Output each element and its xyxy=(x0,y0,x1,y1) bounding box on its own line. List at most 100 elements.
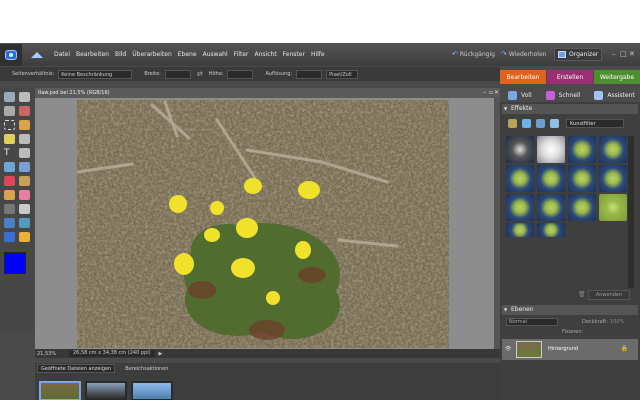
effect-thumbnail[interactable] xyxy=(537,136,565,163)
bin-actions-menu[interactable]: Bereichsaktionen xyxy=(125,366,168,372)
eraser-tool-icon[interactable] xyxy=(19,190,30,200)
selection-brush-tool-icon[interactable] xyxy=(19,134,30,144)
redo-button[interactable]: Wiederholen xyxy=(509,51,547,58)
blur-tool-icon[interactable] xyxy=(4,232,15,242)
effects-scrollbar[interactable] xyxy=(628,136,634,288)
magic-wand-tool-icon[interactable] xyxy=(4,134,15,144)
tool-options-bar: Seitenverhältnis: Keine Beschränkung Bre… xyxy=(0,67,500,81)
foreground-color-swatch[interactable] xyxy=(4,252,26,274)
layer-name[interactable]: Hintergrund xyxy=(548,346,578,352)
opacity-label: Deckkraft: xyxy=(582,319,608,325)
bin-thumbnail[interactable] xyxy=(85,381,127,400)
lasso-tool-icon[interactable] xyxy=(19,120,30,130)
resolution-input[interactable] xyxy=(296,69,323,79)
straighten-tool-icon[interactable] xyxy=(19,162,30,172)
effect-thumbnail[interactable] xyxy=(537,194,565,221)
marquee-tool-icon[interactable] xyxy=(4,120,15,130)
gradient-tool-icon[interactable] xyxy=(19,218,30,228)
layer-visibility-icon[interactable]: 👁 xyxy=(505,346,511,352)
maximize-icon[interactable]: □ xyxy=(620,50,627,58)
layers-panel-header[interactable]: Ebenen xyxy=(502,305,638,315)
sponge-tool-icon[interactable] xyxy=(19,232,30,242)
red-eye-tool-icon[interactable] xyxy=(4,176,15,186)
aspect-ratio-select[interactable]: Keine Beschränkung xyxy=(58,69,133,79)
effect-thumbnail[interactable] xyxy=(599,194,627,221)
swap-icon[interactable]: ⇄ xyxy=(197,70,203,78)
home-icon[interactable] xyxy=(28,46,46,64)
tab-assistent[interactable]: Assistent xyxy=(594,90,635,100)
menu-fenster[interactable]: Fenster xyxy=(283,51,305,58)
paint-bucket-tool-icon[interactable] xyxy=(4,218,15,228)
effect-thumbnail[interactable] xyxy=(506,223,534,237)
minimize-icon[interactable]: – xyxy=(612,50,616,58)
menu-auswahl[interactable]: Auswahl xyxy=(203,51,228,58)
tab-voll[interactable]: Voll xyxy=(508,90,532,100)
document-title[interactable]: Raw.psd bei 21,5% (RGB/16) xyxy=(35,88,500,98)
menu-hilfe[interactable]: Hilfe xyxy=(311,51,325,58)
clone-stamp-tool-icon[interactable] xyxy=(4,190,15,200)
effect-thumbnail[interactable] xyxy=(568,165,596,192)
menu-bild[interactable]: Bild xyxy=(115,51,126,58)
menu-ansicht[interactable]: Ansicht xyxy=(255,51,277,58)
tab-erstellen[interactable]: Erstellen xyxy=(547,70,593,84)
eyedropper-tool-icon[interactable] xyxy=(19,106,30,116)
all-effects-icon[interactable] xyxy=(550,119,559,128)
doc-close-icon[interactable]: ✕ xyxy=(494,89,499,96)
effect-thumbnail[interactable] xyxy=(506,165,534,192)
menu-ueberarbeiten[interactable]: Überarbeiten xyxy=(132,51,172,58)
filters-icon[interactable] xyxy=(508,119,517,128)
effect-thumbnail[interactable] xyxy=(599,165,627,192)
type-tool-icon[interactable]: T xyxy=(4,148,15,158)
effect-thumbnail[interactable] xyxy=(599,136,627,163)
resolution-unit-select[interactable]: Pixel/Zoll xyxy=(326,69,359,79)
menu-bearbeiten[interactable]: Bearbeiten xyxy=(76,51,109,58)
menu-ebene[interactable]: Ebene xyxy=(178,51,197,58)
menu-datei[interactable]: Datei xyxy=(54,51,70,58)
crop-tool-icon[interactable] xyxy=(19,148,30,158)
menu-filter[interactable]: Filter xyxy=(234,51,249,58)
zoom-level[interactable]: 21,53% xyxy=(35,351,61,357)
width-input[interactable] xyxy=(164,69,191,79)
layer-row[interactable]: 👁 Hintergrund 🔒 xyxy=(502,339,638,360)
effect-thumbnail[interactable] xyxy=(568,194,596,221)
cookie-cutter-tool-icon[interactable] xyxy=(4,162,15,172)
redo-icon: ↷ xyxy=(500,50,507,58)
app-logo-icon[interactable] xyxy=(0,43,22,66)
effect-thumbnail[interactable] xyxy=(568,136,596,163)
healing-brush-tool-icon[interactable] xyxy=(19,176,30,186)
delete-effect-icon[interactable]: 🗑 xyxy=(578,291,586,298)
effect-thumbnail[interactable] xyxy=(506,194,534,221)
effect-thumbnail[interactable] xyxy=(537,165,565,192)
effects-panel-header[interactable]: Effekte xyxy=(502,104,638,114)
layer-thumbnail xyxy=(516,341,542,358)
project-bin-toolbar: Geöffnete Dateien anzeigen Bereichsaktio… xyxy=(35,363,500,374)
smart-brush-tool-icon[interactable] xyxy=(19,204,30,214)
photo-effects-icon[interactable] xyxy=(536,119,545,128)
effect-thumbnail[interactable] xyxy=(506,136,534,163)
hand-tool-icon[interactable] xyxy=(4,106,15,116)
tab-schnell[interactable]: Schnell xyxy=(545,90,580,100)
doc-restore-icon[interactable]: ▫ xyxy=(489,89,493,96)
opacity-value[interactable]: 100% xyxy=(610,319,624,325)
photo-canvas[interactable] xyxy=(77,100,449,348)
undo-button[interactable]: Rückgängig xyxy=(460,51,495,58)
blend-mode-select[interactable]: Normal xyxy=(506,318,558,326)
apply-button[interactable]: Anwenden xyxy=(588,290,630,300)
bin-thumbnail[interactable] xyxy=(39,381,81,400)
layer-styles-icon[interactable] xyxy=(522,119,531,128)
doc-minimize-icon[interactable]: – xyxy=(483,89,486,96)
zoom-tool-icon[interactable] xyxy=(19,92,30,102)
tab-bearbeiten[interactable]: Bearbeiten xyxy=(500,70,546,84)
brush-tool-icon[interactable] xyxy=(4,204,15,214)
height-input[interactable] xyxy=(227,69,254,79)
move-tool-icon[interactable] xyxy=(4,92,15,102)
close-icon[interactable]: ✕ xyxy=(629,50,635,58)
effect-thumbnail[interactable] xyxy=(537,223,565,237)
tab-weitergabe[interactable]: Weitergabe xyxy=(594,70,640,84)
filter-category-select[interactable]: Kunstfilter xyxy=(566,119,624,128)
organizer-button[interactable]: Organizer xyxy=(554,48,603,61)
bin-thumbnail[interactable] xyxy=(131,381,173,400)
open-files-select[interactable]: Geöffnete Dateien anzeigen xyxy=(37,364,116,373)
canvas-area[interactable] xyxy=(35,98,500,349)
status-menu-icon[interactable]: ▶ xyxy=(159,351,163,357)
